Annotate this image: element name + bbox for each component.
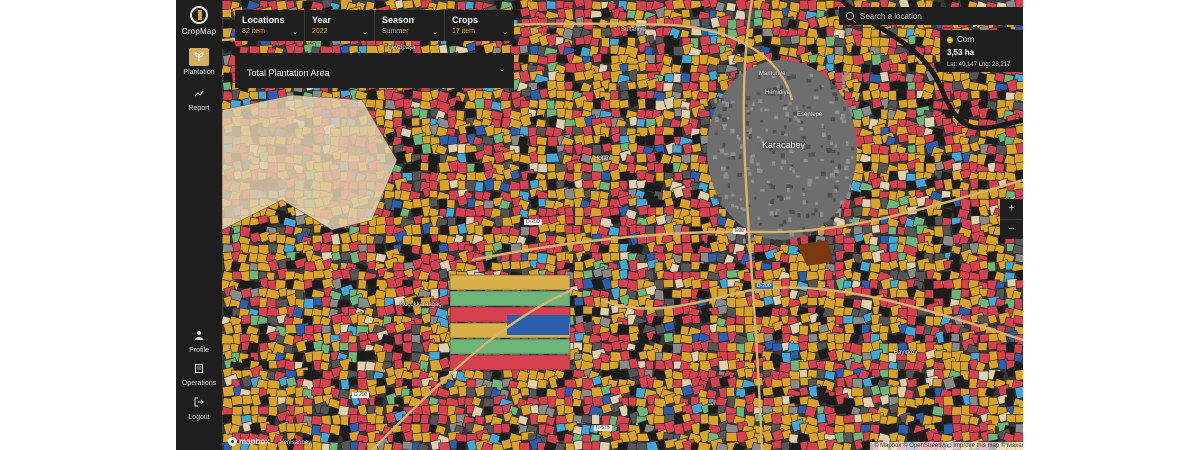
map-city-label: Karacabey [762, 140, 806, 150]
sidebar-item-label: Plantation [183, 69, 215, 76]
map-place-label: Yenisarıbey [280, 440, 312, 446]
sidebar-item-logout[interactable]: Logout [176, 393, 222, 421]
map-place-label: Bayırköy [894, 350, 918, 356]
search-input[interactable] [860, 11, 1010, 21]
chevron-down-icon: ⌄ [292, 29, 298, 36]
crop-color-dot-icon [947, 36, 953, 43]
total-plantation-area-dropdown[interactable]: Total Plantation Area ⌄ [235, 53, 514, 88]
map-place-label: Fevzipaşa [388, 45, 416, 51]
location-search [839, 7, 1023, 25]
sidebar: CropMap Plantation Report Profile Operat [176, 0, 222, 450]
filter-bar: Locations 82 item ⌄ Year 2022 ⌄ Season S… [235, 10, 514, 41]
sidebar-item-report[interactable]: Report [176, 84, 222, 112]
app-logo[interactable]: CropMap [176, 4, 222, 36]
map-place-label: Mamuriye [759, 71, 786, 77]
chevron-down-icon: ⌄ [432, 29, 438, 36]
sidebar-item-label: Logout [188, 414, 210, 421]
road-shield: E90 [733, 228, 746, 234]
filter-year[interactable]: Year 2022 ⌄ [305, 10, 375, 41]
crop-area: 3,53 ha [947, 48, 975, 57]
zoom-out-button[interactable]: − [1000, 219, 1023, 239]
map-place-label: Küçükkaraağaç [400, 302, 442, 308]
filter-label: Crops [452, 15, 479, 25]
filter-label: Year [312, 15, 332, 25]
chevron-down-icon: ⌄ [502, 29, 508, 36]
map-place-label: Esentepe [797, 112, 823, 118]
sidebar-item-profile[interactable]: Profile [176, 326, 222, 354]
clipboard-icon [189, 359, 209, 377]
filter-season[interactable]: Season Summer ⌄ [375, 10, 445, 41]
search-icon [846, 12, 854, 20]
road-shield: D 200 [352, 392, 370, 398]
map-place-label: Hotanli [594, 156, 613, 162]
mapbox-logo[interactable]: mapbox [228, 437, 270, 446]
filter-crops[interactable]: Crops 17 item ⌄ [445, 10, 514, 41]
logout-icon [189, 393, 209, 411]
app-window: CropMap Plantation Report Profile Operat [176, 0, 1023, 450]
sidebar-item-label: Profile [189, 347, 209, 354]
filter-label: Locations [242, 15, 285, 25]
road-shield: D-200 [524, 219, 542, 225]
zoom-in-button[interactable]: + [1000, 199, 1023, 219]
mapbox-logo-text: mapbox [239, 437, 270, 446]
chart-icon [189, 84, 209, 102]
map-place-label: Hamidiye [765, 90, 791, 96]
sidebar-item-label: Operations [181, 380, 217, 387]
road-shield: D-200 [755, 283, 773, 289]
chevron-down-icon: ⌄ [362, 29, 368, 36]
sidebar-item-label: Report [188, 105, 210, 112]
crop-name: Corn [957, 35, 975, 44]
sidebar-item-plantation[interactable]: Plantation [176, 48, 222, 76]
mapbox-logo-icon [228, 437, 237, 446]
map-attribution[interactable]: © Mapbox © OpenStreetMap Improve this ma… [870, 442, 1023, 450]
chevron-down-icon: ⌄ [499, 66, 505, 73]
road-shield: D-575 [594, 425, 612, 431]
logo-text: CropMap [181, 27, 217, 36]
field-info-card: Corn 3,53 ha Lat: 40,147 Lng: 28,217 [940, 30, 1023, 72]
logo-icon [190, 6, 208, 24]
sidebar-item-operations[interactable]: Operations [176, 359, 222, 387]
user-icon [189, 326, 209, 344]
plant-icon [189, 48, 209, 66]
filter-locations[interactable]: Locations 82 item ⌄ [235, 10, 305, 41]
plantation-area-label: Total Plantation Area [247, 68, 330, 78]
crop-coordinates: Lat: 40,147 Lng: 28,217 [947, 62, 1011, 68]
filter-label: Season [382, 15, 415, 25]
map-place-label: Sultaniye [621, 27, 646, 33]
